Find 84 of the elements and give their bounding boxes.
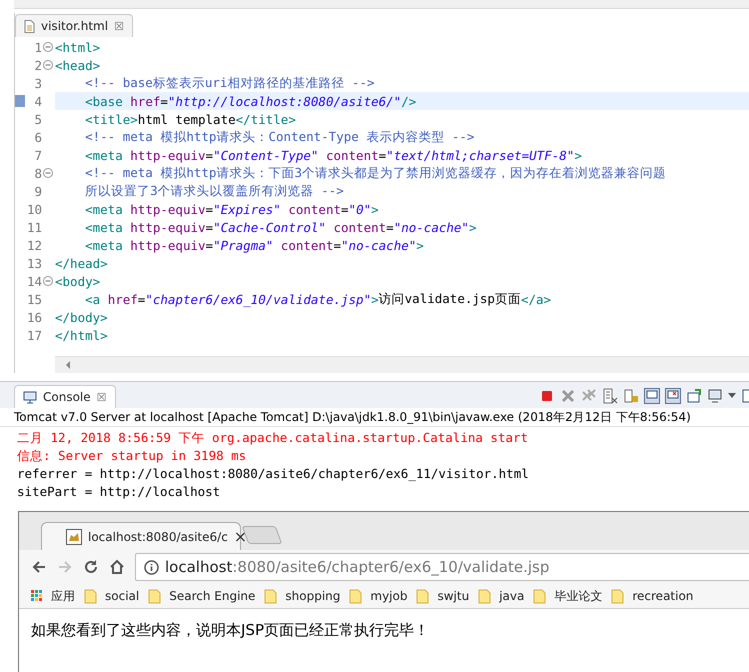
line-number: 14	[26, 274, 42, 288]
code-line: <html>	[55, 38, 102, 56]
line-number: 10	[26, 202, 42, 216]
tab-title: localhost:8080/asite6/c	[88, 530, 228, 544]
code-line: <title>html template</title>	[84, 110, 297, 128]
bookmark[interactable]: shopping	[264, 588, 340, 604]
bookmark[interactable]: Search Engine	[148, 588, 256, 604]
bookmark[interactable]: java	[478, 588, 524, 604]
code-line: <meta http-equiv="Pragma" content="no-cache">	[84, 236, 425, 254]
tab-title: Console	[43, 390, 91, 404]
tab-title: visitor.html	[41, 19, 108, 33]
line-number: 11	[26, 220, 42, 234]
line-number: 4	[34, 94, 42, 108]
console-tab[interactable]: Console ☒	[14, 385, 116, 408]
console-line: 信息: Server startup in 3198 ms	[17, 447, 248, 465]
info-icon[interactable]	[144, 560, 159, 574]
code-line: <!-- base标签表示uri相对路径的基准路径 -->	[84, 74, 376, 92]
horizontal-scrollbar[interactable]	[55, 356, 749, 373]
line-number: 8	[34, 166, 42, 180]
console-line: sitePart = http://localhost	[17, 483, 222, 501]
reload-icon[interactable]	[83, 559, 99, 575]
editor-tab[interactable]: visitor.html ☒	[15, 14, 133, 37]
bookmark[interactable]: 应用	[31, 588, 75, 604]
line-number: 2	[34, 58, 42, 72]
line-number: 3	[34, 76, 42, 90]
close-button[interactable]: ☒	[96, 390, 107, 404]
folder-icon	[533, 588, 546, 604]
address-field[interactable]: localhost:8080/asite6/chapter6/ex6_10/validate.jsp	[135, 553, 749, 581]
folder-icon	[611, 588, 624, 604]
clear-console-icon[interactable]	[602, 388, 618, 404]
bookmark[interactable]: 毕业论文	[533, 588, 602, 604]
code-line: </head>	[55, 254, 109, 272]
line-number: 15	[26, 292, 42, 306]
bookmark[interactable]: recreation	[611, 588, 694, 604]
console-line: referrer = http://localhost:8080/asite6/chapter6/ex6_11/visitor.html	[17, 465, 530, 483]
fold-icon[interactable]	[43, 276, 53, 286]
folder-icon	[84, 588, 97, 604]
back-icon[interactable]	[31, 559, 47, 575]
console-description: Tomcat v7.0 Server at localhost [Apache Tomcat] D:\java\jdk1.8.0_91\bin\javaw.exe (2018年2月12日 下午8:56:54)	[0, 408, 749, 427]
code-line: <!-- meta 模拟http请求头：下面3个请求头都是为了禁用浏览器缓存，因为存在着浏览器兼容问题	[84, 164, 667, 182]
cat-icon	[66, 528, 82, 544]
fold-icon[interactable]	[43, 60, 53, 70]
code-line: <!-- meta 模拟http请求头：Content-Type 表示内容类型 -->	[84, 128, 476, 146]
folder-icon	[264, 588, 278, 604]
fold-icon[interactable]	[43, 42, 53, 52]
code-line: <meta http-equiv="Cache-Control" content="no-cache">	[84, 218, 478, 236]
url-text: localhost:8080/asite6/chapter6/ex6_10/validate.jsp	[165, 558, 550, 576]
monitor-icon[interactable]	[707, 388, 723, 404]
code-line: <body>	[55, 272, 102, 290]
code-line: <meta http-equiv="Content-Type" content="text/html;charset=UTF-8">	[84, 146, 583, 164]
code-line: <a href="chapter6/ex6_10/validate.jsp">访问validate.jsp页面</a>	[84, 290, 552, 308]
bookmark[interactable]: swjtu	[416, 588, 470, 604]
fold-icon[interactable]	[43, 168, 53, 178]
line-number: 13	[26, 256, 42, 270]
line-number: 6	[34, 130, 42, 144]
folder-icon	[148, 588, 162, 604]
line-number: 1	[34, 40, 42, 54]
line-number: 7	[34, 148, 42, 162]
console-line: 二月 12, 2018 8:56:59 下午 org.apache.catalina.startup.Catalina start	[17, 429, 530, 447]
apps-grid-icon	[31, 590, 43, 602]
code-line: </body>	[55, 308, 109, 326]
stop-icon[interactable]	[539, 388, 555, 404]
line-number: 5	[34, 112, 42, 126]
code-line: <head>	[55, 56, 102, 74]
code-line: 所以设置了3个请求头以覆盖所有浏览器 -->	[84, 182, 345, 200]
remove-icon[interactable]	[560, 388, 576, 404]
folder-icon	[349, 588, 362, 604]
line-number: 16	[26, 310, 42, 324]
page-text: 如果您看到了这些内容，说明本JSP页面已经正常执行完毕！	[19, 609, 749, 672]
dropdown-caret-icon[interactable]	[728, 393, 736, 399]
close-button[interactable]: ☒	[114, 20, 124, 32]
bookmark[interactable]: social	[84, 588, 140, 604]
line-number: 17	[26, 328, 42, 342]
code-line: <meta http-equiv="Expires" content="0">	[84, 200, 380, 218]
code-line: </html>	[55, 326, 109, 344]
open-console-icon[interactable]	[686, 388, 702, 404]
bookmark[interactable]: myjob	[349, 588, 408, 604]
line-number: 9	[34, 184, 42, 198]
home-icon[interactable]	[109, 559, 125, 575]
monitor-icon	[23, 390, 37, 404]
folder-icon	[478, 588, 492, 604]
folder-icon	[416, 588, 430, 604]
line-number: 12	[26, 238, 42, 252]
file-icon	[24, 20, 35, 32]
